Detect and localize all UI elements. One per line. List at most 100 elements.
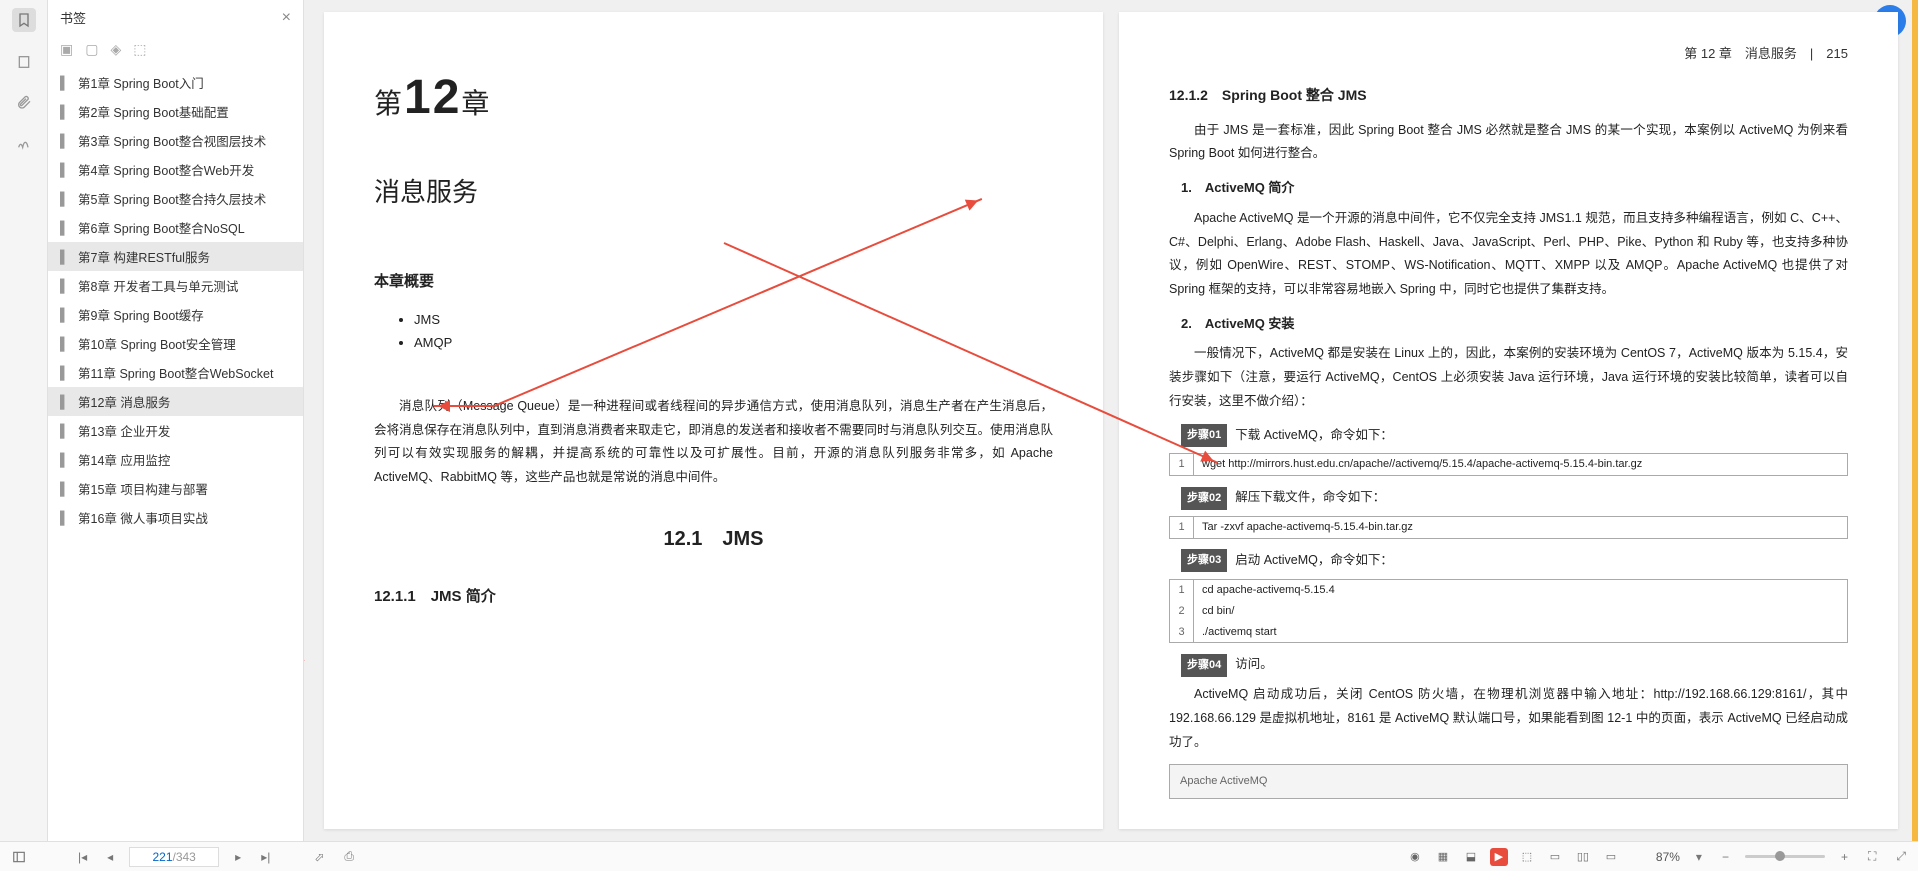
sidebar-item-label: 第2章 Spring Boot基础配置: [78, 102, 229, 121]
step-row: 步骤01 下载 ActiveMQ，命令如下：: [1181, 424, 1848, 448]
bookmark-item-icon: ▌: [60, 279, 72, 293]
zoom-out-icon[interactable]: −: [1718, 850, 1733, 864]
sidebar-item[interactable]: ▌第9章 Spring Boot缓存: [48, 300, 303, 329]
page-icon[interactable]: [14, 52, 34, 72]
sidebar-item[interactable]: ▌ 第8章 开发者工具与单元测试: [48, 271, 303, 300]
step-text: 下载 ActiveMQ，命令如下：: [1235, 424, 1393, 448]
line-number: 1: [1170, 517, 1194, 538]
bookmark-item-icon: ▌: [60, 76, 72, 90]
bookmark-item-icon: ▌: [60, 105, 72, 119]
zoom-in-icon[interactable]: +: [1837, 850, 1852, 864]
first-page-icon[interactable]: |◂: [74, 850, 91, 864]
bookmark-item-icon: ▌: [60, 366, 72, 380]
sidebar-item-label: 第6章 Spring Boot整合NoSQL: [78, 218, 245, 237]
body-text: ActiveMQ 启动成功后，关闭 CentOS 防火墙，在物理机浏览器中输入地…: [1169, 683, 1848, 754]
close-icon[interactable]: ×: [282, 9, 291, 27]
page-input[interactable]: 221/343: [129, 847, 219, 867]
step-badge: 步骤04: [1181, 654, 1227, 677]
sidebar-item[interactable]: ▌第13章 企业开发: [48, 416, 303, 445]
sidebar-item-label: 第9章 Spring Boot缓存: [78, 305, 204, 324]
sidebar-item-label: 第12章 消息服务: [78, 392, 170, 411]
sidebar-item[interactable]: ▌第4章 Spring Boot整合Web开发: [48, 155, 303, 184]
prev-page-icon[interactable]: ◂: [103, 850, 117, 864]
body-text: 一般情况下，ActiveMQ 都是安装在 Linux 上的，因此，本案例的安装环…: [1169, 342, 1848, 413]
next-page-icon[interactable]: ▸: [231, 850, 245, 864]
page-header: 第 12 章 消息服务 | 215: [1684, 42, 1848, 67]
collapse-icon[interactable]: ▢: [85, 41, 98, 58]
line-number: 2: [1170, 601, 1194, 622]
fit-page-icon[interactable]: ⛶: [1864, 849, 1880, 864]
code-line: cd apache-activemq-5.15.4: [1194, 580, 1847, 601]
chevron-down-icon[interactable]: ▾: [1692, 850, 1706, 864]
last-page-icon[interactable]: ▸|: [257, 850, 274, 864]
page-left: 第12章 消息服务 本章概要 JMSAMQP 消息队列（Message Queu…: [324, 12, 1103, 829]
body-text: 由于 JMS 是一套标准，因此 Spring Boot 整合 JMS 必然就是整…: [1169, 119, 1848, 167]
step-text: 启动 ActiveMQ，命令如下：: [1235, 549, 1393, 573]
code-block: 1Tar -zxvf apache-activemq-5.15.4-bin.ta…: [1169, 516, 1848, 539]
bookmark-item-icon: ▌: [60, 511, 72, 525]
attachment-icon[interactable]: [14, 92, 34, 112]
sidebar-item[interactable]: ▌第15章 项目构建与部署: [48, 474, 303, 503]
bookmark-add-icon[interactable]: ◈: [110, 41, 121, 58]
sidebar-item[interactable]: ▌ 第16章 微人事项目实战: [48, 503, 303, 532]
bookmark-ribbon-icon[interactable]: ⬚: [133, 41, 146, 58]
tray-icon[interactable]: ▦: [1434, 848, 1452, 866]
tray-icon[interactable]: ⬓: [1462, 848, 1480, 866]
annotation-arrow: [434, 405, 494, 407]
sidebar-item[interactable]: ▌第7章 构建RESTful服务: [48, 242, 303, 271]
tray-icon[interactable]: ▶: [1490, 848, 1508, 866]
sidebar-item[interactable]: ▌第11章 Spring Boot整合WebSocket: [48, 358, 303, 387]
step-row: 步骤03启动 ActiveMQ，命令如下：: [1181, 549, 1848, 573]
sidebar-item[interactable]: ▌ 第12章 消息服务: [48, 387, 303, 416]
bookmark-item-icon: ▌: [60, 221, 72, 235]
sidebar-item-label: 第4章 Spring Boot整合Web开发: [78, 160, 254, 179]
fullscreen-icon[interactable]: ⤢: [1892, 849, 1910, 864]
code-line: cd bin/: [1194, 601, 1847, 622]
toc-item: JMS: [414, 308, 1053, 331]
layout-icon[interactable]: [8, 850, 30, 864]
sidebar-item-label: 第8章 开发者工具与单元测试: [78, 276, 238, 295]
sidebar-item[interactable]: ▌ 第3章 Spring Boot整合视图层技术: [48, 126, 303, 155]
zoom-slider[interactable]: [1745, 855, 1825, 858]
tray-icon[interactable]: ◉: [1406, 848, 1424, 866]
bookmark-item-icon: ▌: [60, 395, 72, 409]
step-badge: 步骤01: [1181, 424, 1227, 447]
annotation-arrow: [304, 470, 305, 662]
signature-icon[interactable]: [14, 132, 34, 152]
bookmark-item-icon: ▌: [60, 134, 72, 148]
sidebar-item-label: 第3章 Spring Boot整合视图层技术: [78, 131, 266, 150]
bookmark-item-icon: ▌: [60, 453, 72, 467]
section-heading: 12.1 JMS: [374, 520, 1053, 558]
code-block: 1wget http://mirrors.hust.edu.cn/apache/…: [1169, 453, 1848, 476]
zoom-value: 87%: [1656, 850, 1680, 864]
tray-icon[interactable]: ▭: [1602, 848, 1620, 866]
export-icon[interactable]: ⬀: [310, 850, 328, 864]
bookmark-list: ▌第1章 Spring Boot入门▌第2章 Spring Boot基础配置▌第…: [48, 64, 303, 841]
bookmark-item-icon: ▌: [60, 482, 72, 496]
sidebar-item-label: 第16章 微人事项目实战: [78, 508, 208, 527]
sidebar-title: 书签: [60, 8, 86, 27]
tray-icon[interactable]: ▯▯: [1574, 848, 1592, 866]
bookmark-sidebar: 书签 × ▣ ▢ ◈ ⬚ ▌第1章 Spring Boot入门▌第2章 Spri…: [48, 0, 304, 841]
tray-icon[interactable]: ⬚: [1518, 848, 1536, 866]
print-icon[interactable]: ⎙: [340, 849, 358, 864]
sidebar-item[interactable]: ▌第1章 Spring Boot入门: [48, 68, 303, 97]
sidebar-item[interactable]: ▌ 第6章 Spring Boot整合NoSQL: [48, 213, 303, 242]
sidebar-item[interactable]: ▌第5章 Spring Boot整合持久层技术: [48, 184, 303, 213]
subsection-heading: 12.1.2 Spring Boot 整合 JMS: [1169, 82, 1848, 109]
bookmark-icon[interactable]: [12, 8, 36, 32]
code-line: ./activemq start: [1194, 622, 1847, 643]
sidebar-item[interactable]: ▌第10章 Spring Boot安全管理: [48, 329, 303, 358]
step-text: 解压下载文件，命令如下：: [1235, 486, 1385, 510]
line-number: 1: [1170, 580, 1194, 601]
chapter-number: 第12章: [374, 52, 1053, 143]
body-text: Apache ActiveMQ 是一个开源的消息中间件，它不仅完全支持 JMS1…: [1169, 207, 1848, 302]
sidebar-item[interactable]: ▌ 第2章 Spring Boot基础配置: [48, 97, 303, 126]
toc-heading: 本章概要: [374, 268, 1053, 297]
scrollbar-indicator[interactable]: [1912, 0, 1918, 841]
page-viewer: 译 第12章 消息服务 本章概要 JMSAMQP 消息队列（Message Qu…: [304, 0, 1918, 841]
tray-icon[interactable]: ▭: [1546, 848, 1564, 866]
expand-icon[interactable]: ▣: [60, 41, 73, 58]
sidebar-item-label: 第7章 构建RESTful服务: [78, 247, 210, 266]
sidebar-item[interactable]: ▌第14章 应用监控: [48, 445, 303, 474]
